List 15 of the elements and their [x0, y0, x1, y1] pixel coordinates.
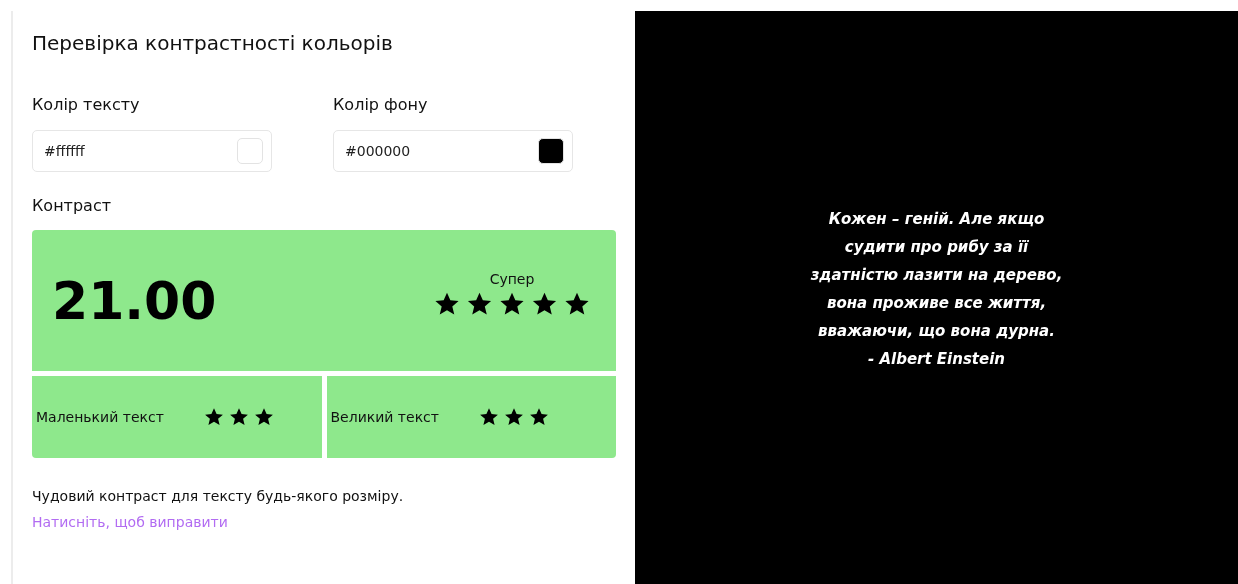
color-swatch[interactable]: [538, 138, 564, 164]
color-input-field[interactable]: #ffffff: [32, 130, 272, 172]
contrast-ratio: 21.00: [52, 270, 217, 331]
contrast-message: Чудовий контраст для тексту будь-якого розміру.: [32, 488, 405, 504]
page-title: Перевірка контрастності кольорів: [32, 31, 394, 55]
quote-author: - Albert Einstein: [867, 349, 1006, 370]
rating-label: Супер: [489, 270, 535, 287]
rating-label: Маленький текст: [36, 409, 164, 425]
field-label: Колір тексту: [32, 95, 141, 114]
rating-label: Великий текст: [330, 409, 439, 425]
field-label: Колір фону: [333, 95, 429, 114]
color-swatch[interactable]: [237, 138, 263, 164]
color-input-field[interactable]: #000000: [333, 130, 573, 172]
section-label: Контраст: [32, 196, 112, 215]
quote-text: Кожен – геній. Але якщо судити про рибу за її здатністю лазити на дерево, вона проживе все життя, вважаючи, що вона дурна.: [810, 209, 1063, 342]
